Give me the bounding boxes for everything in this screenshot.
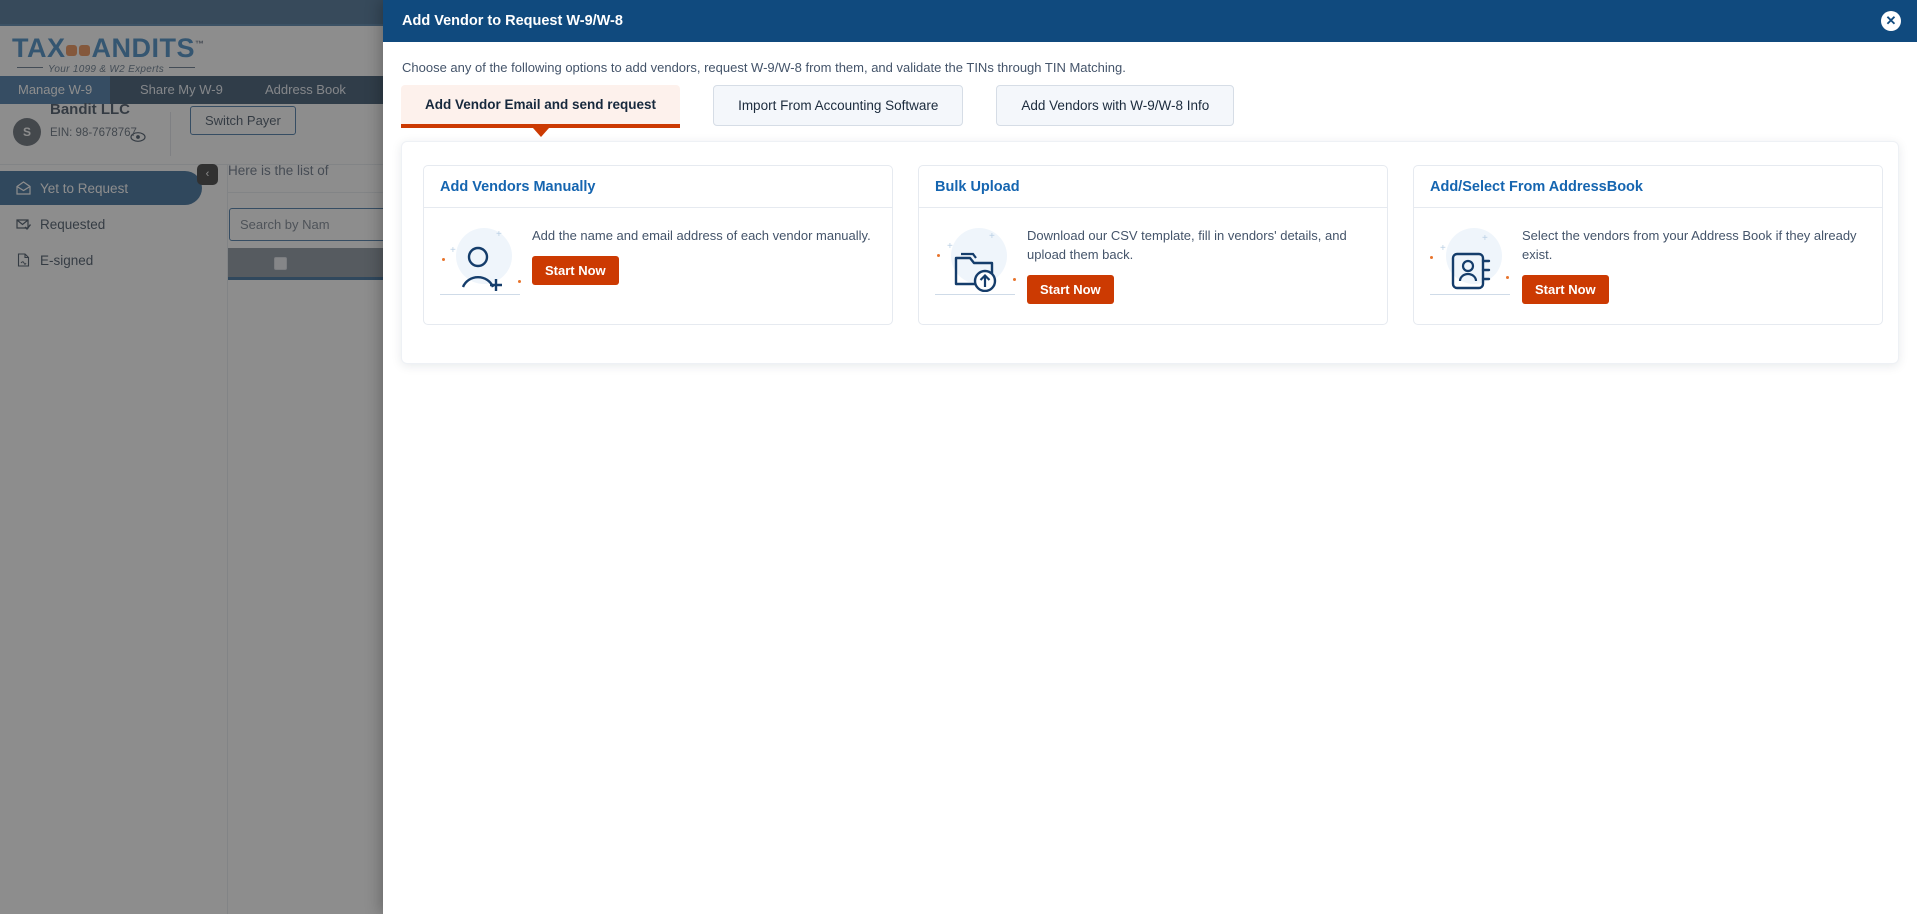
card-add-vendors-manually[interactable]: Add Vendors Manually + + Add the name an… [423, 165, 893, 325]
card-description: Add the name and email address of each v… [532, 228, 871, 243]
user-plus-icon [458, 246, 508, 297]
card-description: Download our CSV template, fill in vendo… [1027, 228, 1347, 262]
option-cards: Add Vendors Manually + + Add the name an… [423, 165, 1883, 325]
tab-add-vendor-email[interactable]: Add Vendor Email and send request [401, 85, 681, 137]
card-bulk-upload[interactable]: Bulk Upload + + Download our CSV templat… [918, 165, 1388, 325]
card-description: Select the vendors from your Address Boo… [1522, 228, 1857, 262]
modal-title: Add Vendor to Request W-9/W-8 [402, 13, 623, 29]
card-title: Add/Select From AddressBook [1414, 166, 1882, 208]
modal-header: Add Vendor to Request W-9/W-8 ✕ [383, 0, 1917, 42]
add-vendor-modal: Add Vendor to Request W-9/W-8 ✕ Choose a… [383, 0, 1917, 914]
tab-add-vendors-w9-info[interactable]: Add Vendors with W-9/W-8 Info [996, 85, 1235, 126]
folder-upload-icon [953, 246, 1003, 297]
card-illustration: + + [929, 224, 1021, 314]
start-now-button[interactable]: Start Now [532, 256, 619, 285]
card-add-select-from-addressbook[interactable]: Add/Select From AddressBook + + Select t… [1413, 165, 1883, 325]
tab-panel: Add Vendors Manually + + Add the name an… [401, 141, 1899, 364]
start-now-button[interactable]: Start Now [1027, 275, 1114, 304]
modal-tabs: Add Vendor Email and send request Import… [401, 85, 1235, 137]
start-now-button[interactable]: Start Now [1522, 275, 1609, 304]
modal-subtitle: Choose any of the following options to a… [402, 60, 1126, 75]
tab-import-accounting[interactable]: Import From Accounting Software [713, 85, 964, 126]
address-book-icon [1448, 246, 1498, 297]
card-illustration: + + [1424, 224, 1516, 314]
card-title: Bulk Upload [919, 166, 1387, 208]
card-illustration: + + [434, 224, 526, 314]
card-title: Add Vendors Manually [424, 166, 892, 208]
close-icon[interactable]: ✕ [1881, 11, 1901, 31]
